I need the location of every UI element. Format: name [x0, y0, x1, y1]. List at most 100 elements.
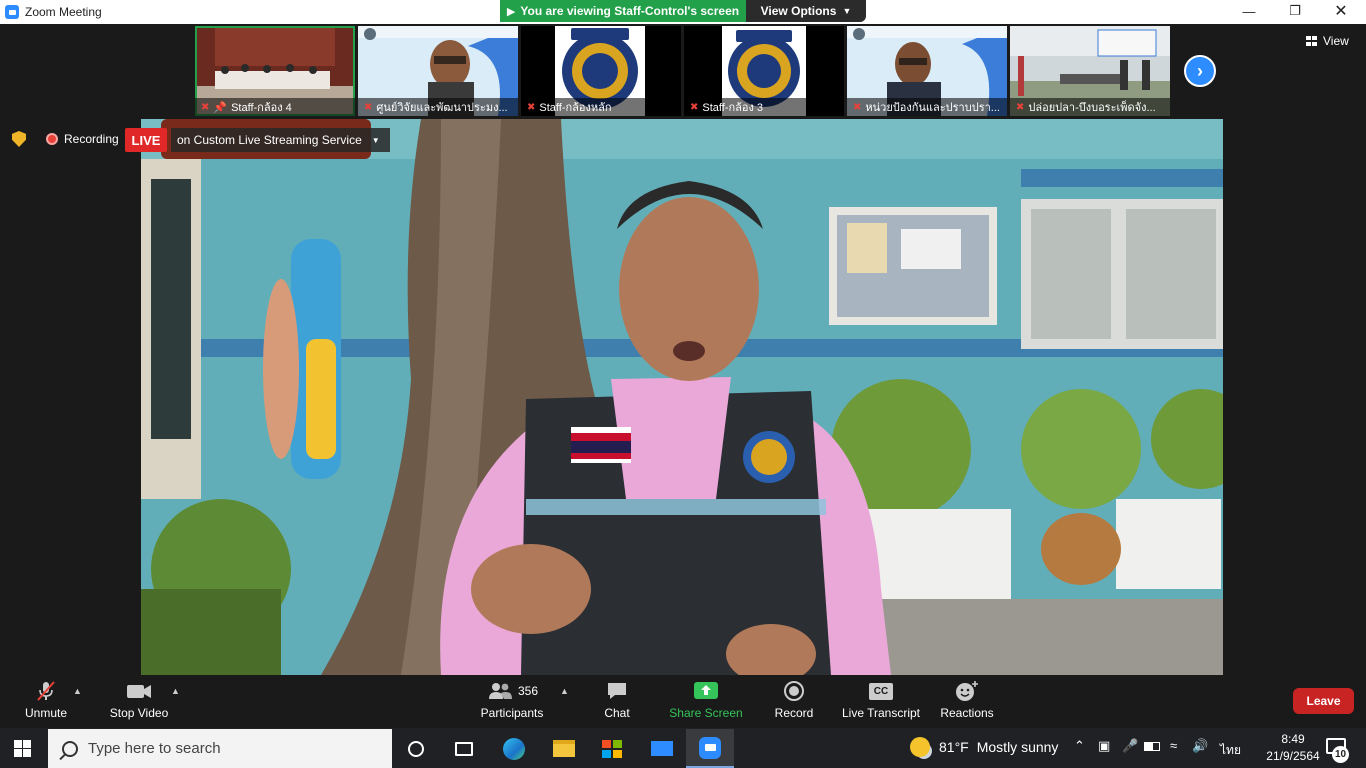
thumbnail-participant[interactable]: ✖ 📌 Staff-กล้อง 4: [195, 26, 355, 116]
windows-start-icon[interactable]: [14, 740, 31, 757]
reactions-button[interactable]: Reactions: [938, 676, 996, 726]
taskbar-clock[interactable]: 8:49 21/9/2564: [1262, 731, 1324, 765]
task-view-button[interactable]: [440, 729, 488, 768]
thumbnail-participant[interactable]: ✖ Staff-กล้องหลัก: [521, 26, 681, 116]
record-icon: [782, 679, 806, 703]
video-camera-icon: [125, 679, 153, 703]
taskbar-store[interactable]: [588, 729, 636, 768]
recording-label: Recording: [64, 132, 119, 146]
clock-time: 8:49: [1281, 732, 1305, 746]
view-label: View: [1323, 34, 1349, 48]
viewing-banner: ▶ You are viewing Staff-Control's screen: [500, 0, 746, 22]
stop-video-label: Stop Video: [109, 706, 169, 720]
taskbar-edge[interactable]: [490, 729, 538, 768]
input-language[interactable]: ไทย: [1220, 741, 1241, 760]
cc-text: CC: [869, 682, 893, 700]
stream-label-text: on Custom Live Streaming Service: [177, 133, 362, 147]
cortana-button[interactable]: [392, 729, 440, 768]
chat-label: Chat: [604, 706, 630, 720]
mic-off-icon: ✖: [364, 101, 373, 113]
live-transcript-label: Live Transcript: [841, 706, 921, 720]
minimize-button[interactable]: —: [1226, 0, 1272, 22]
mic-off-icon: ✖: [201, 101, 210, 113]
notification-count: 10: [1332, 746, 1349, 763]
live-badge: LIVE: [125, 128, 167, 152]
participant-name: Staff-กล้อง 4: [231, 102, 292, 114]
participant-count: 356: [517, 684, 539, 698]
security-shield-icon[interactable]: [12, 131, 26, 147]
participants-icon: 356: [486, 679, 538, 703]
audio-options-caret[interactable]: ▲: [73, 686, 82, 696]
chat-bubble-icon: [605, 679, 629, 703]
volume-icon[interactable]: 🔊: [1192, 738, 1208, 754]
task-view-icon: [455, 741, 473, 756]
zoom-taskbar-icon: [699, 736, 721, 759]
view-button[interactable]: View: [1306, 34, 1349, 48]
partly-sunny-icon: [910, 737, 930, 757]
record-button[interactable]: Record: [772, 676, 816, 726]
search-placeholder: Type here to search: [88, 740, 221, 757]
microphone-icon[interactable]: 🎤: [1122, 738, 1138, 754]
leave-button[interactable]: Leave: [1293, 688, 1354, 714]
zoom-window: Zoom Meeting ▶ You are viewing Staff-Con…: [0, 0, 1366, 768]
thumbnail-namebar: ✖ ปล่อยปลา-บึงบอระเพ็ดจัง...: [1010, 98, 1170, 116]
thumbnail-namebar: ✖ 📌 Staff-กล้อง 4: [195, 98, 355, 116]
mic-off-icon: ✖: [1016, 101, 1025, 113]
taskbar-mail[interactable]: [638, 729, 686, 768]
thumbnail-participant[interactable]: ✖ หน่วยป้องกันและปราบปรา...: [847, 26, 1007, 116]
battery-icon[interactable]: [1144, 738, 1160, 753]
temperature: 81°F: [939, 739, 969, 755]
taskbar-search-box[interactable]: Type here to search: [48, 729, 392, 768]
next-page-button[interactable]: ›: [1184, 55, 1216, 87]
record-label: Record: [774, 706, 814, 720]
main-video: [141, 119, 1223, 675]
close-icon: ✕: [1334, 3, 1348, 20]
reactions-label: Reactions: [940, 706, 994, 720]
thumbnail-namebar: ✖ หน่วยป้องกันและปราบปรา...: [847, 98, 1007, 116]
view-options-button[interactable]: View Options ▼: [746, 0, 866, 22]
chevron-up-icon[interactable]: ⌃: [1074, 738, 1085, 754]
view-options-label: View Options: [760, 4, 837, 18]
stop-video-button[interactable]: Stop Video: [108, 676, 170, 726]
share-screen-label: Share Screen: [669, 706, 743, 720]
live-transcript-button[interactable]: CC Live Transcript: [840, 676, 922, 726]
weather-widget[interactable]: 81°F Mostly sunny: [910, 737, 1058, 757]
participants-button[interactable]: 356 Participants: [478, 676, 546, 726]
participants-options-caret[interactable]: ▲: [560, 686, 569, 696]
caret-down-icon: ▼: [371, 135, 380, 145]
mic-off-icon: [34, 679, 58, 703]
participant-name: Staff-กล้องหลัก: [539, 102, 612, 114]
minimize-icon: —: [1242, 3, 1256, 19]
window-title: Zoom Meeting: [25, 5, 102, 19]
live-stream-dropdown[interactable]: on Custom Live Streaming Service ▼: [171, 128, 390, 152]
meet-now-icon[interactable]: ▣: [1098, 738, 1110, 754]
mic-off-icon: ✖: [690, 101, 699, 113]
store-bag-icon: [602, 739, 622, 758]
thumbnail-participant[interactable]: ✖ ศูนย์วิจัยและพัฒนาประมง...: [358, 26, 518, 116]
edge-browser-icon: [503, 737, 525, 760]
thumbnail-namebar: ✖ ศูนย์วิจัยและพัฒนาประมง...: [358, 98, 518, 116]
participant-name: Staff-กล้อง 3: [702, 102, 764, 114]
participant-name: ศูนย์วิจัยและพัฒนาประมง...: [376, 102, 508, 114]
weather-description: Mostly sunny: [976, 739, 1059, 755]
chat-button[interactable]: Chat: [600, 676, 634, 726]
thumbnail-participant[interactable]: ✖ Staff-กล้อง 3: [684, 26, 844, 116]
participants-label: Participants: [480, 706, 544, 720]
folder-icon: [553, 740, 575, 757]
share-screen-button[interactable]: Share Screen: [668, 676, 744, 726]
taskbar-file-explorer[interactable]: [540, 729, 588, 768]
thumbnail-participant[interactable]: ✖ ปล่อยปลา-บึงบอระเพ็ดจัง...: [1010, 26, 1170, 116]
thumbnail-namebar: ✖ Staff-กล้องหลัก: [521, 98, 681, 116]
restore-button[interactable]: ❐: [1272, 0, 1318, 22]
viewing-banner-text: You are viewing Staff-Control's screen: [520, 4, 740, 18]
video-options-caret[interactable]: ▲: [171, 686, 180, 696]
smiley-icon: [954, 679, 980, 703]
chevron-right-icon: ›: [1197, 60, 1203, 81]
chevron-down-icon: ▼: [842, 6, 852, 16]
taskbar-zoom[interactable]: [686, 729, 734, 768]
mic-off-icon: ✖: [527, 101, 536, 113]
unmute-button[interactable]: Unmute: [22, 676, 70, 726]
wifi-icon[interactable]: ≈: [1170, 738, 1177, 753]
speaker-icon: ▶: [506, 5, 516, 18]
close-button[interactable]: ✕: [1318, 0, 1364, 22]
